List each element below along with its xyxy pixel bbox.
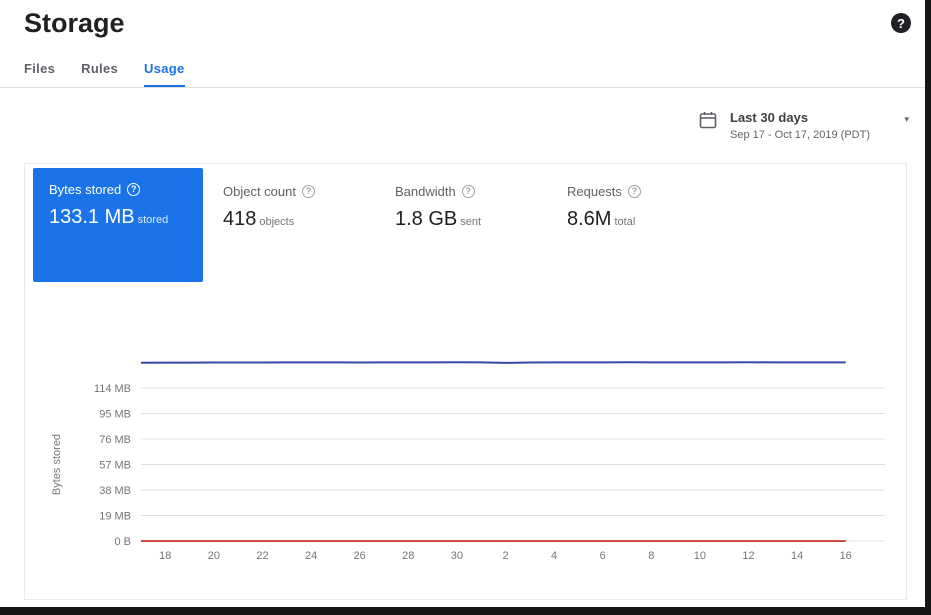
metric-title: Object count ? [223,184,375,199]
tab-bar: Files Rules Usage [24,62,185,88]
storage-page: Storage ? Files Rules Usage Last 30 days… [0,0,931,615]
metric-title: Requests ? [567,184,719,199]
y-tick-label: 19 MB [99,511,131,523]
page-title: Storage [24,8,125,39]
tab-rules[interactable]: Rules [81,62,118,88]
y-tick-label: 76 MB [99,434,131,446]
x-tick-label: 8 [648,550,654,562]
x-tick-label: 14 [791,550,803,562]
x-tick-label: 30 [451,550,463,562]
help-icon: ? [897,17,905,30]
help-icon: ? [462,185,475,198]
metric-card-bandwidth[interactable]: Bandwidth ? 1.8 GBsent [375,168,547,247]
metric-value: 1.8 GBsent [395,208,547,231]
metric-value: 8.6Mtotal [567,208,719,231]
metric-card-bytes-stored[interactable]: Bytes stored ? 133.1 MBstored [33,168,203,282]
metric-unit: sent [460,216,481,228]
date-range-dates: Sep 17 - Oct 17, 2019 (PDT) [730,129,870,141]
date-range-text: Last 30 days Sep 17 - Oct 17, 2019 (PDT) [730,110,870,141]
x-tick-label: 12 [742,550,754,562]
help-icon: ? [127,183,140,196]
help-icon: ? [628,185,641,198]
tab-usage[interactable]: Usage [144,62,185,88]
x-tick-label: 24 [305,550,317,562]
metrics-row: Bytes stored ? 133.1 MBstored Object cou… [25,164,906,282]
x-tick-label: 26 [354,550,366,562]
y-tick-label: 0 B [114,536,131,548]
x-tick-label: 22 [256,550,268,562]
metric-unit: total [614,216,635,228]
x-tick-label: 4 [551,550,557,562]
tab-files[interactable]: Files [24,62,55,88]
chevron-down-icon: ▾ [904,114,909,125]
metric-card-object-count[interactable]: Object count ? 418objects [203,168,375,247]
metric-title: Bytes stored ? [49,182,203,197]
help-button[interactable]: ? [891,13,911,33]
x-tick-label: 28 [402,550,414,562]
y-tick-label: 57 MB [99,460,131,472]
bytes-stored-line [141,362,846,363]
usage-chart: 114 MB95 MB76 MB57 MB38 MB19 MB0 B182022… [25,333,906,593]
date-range-selector[interactable]: Last 30 days Sep 17 - Oct 17, 2019 (PDT)… [699,110,909,141]
calendar-icon [699,111,717,134]
help-icon: ? [302,185,315,198]
x-tick-label: 20 [208,550,220,562]
y-tick-label: 114 MB [94,383,131,395]
metric-value: 418objects [223,208,375,231]
y-tick-label: 95 MB [99,409,131,421]
y-axis-title: Bytes stored [51,434,63,495]
metric-unit: objects [259,216,294,228]
tab-divider [0,87,925,88]
date-range-label: Last 30 days [730,110,870,126]
x-tick-label: 18 [159,550,171,562]
usage-panel: Bytes stored ? 133.1 MBstored Object cou… [24,163,907,600]
metric-unit: stored [138,214,169,226]
page-header: Storage ? [24,8,911,39]
metric-title: Bandwidth ? [395,184,547,199]
x-tick-label: 2 [502,550,508,562]
x-tick-label: 10 [694,550,706,562]
metric-value: 133.1 MBstored [49,206,203,229]
metric-card-requests[interactable]: Requests ? 8.6Mtotal [547,168,719,247]
y-tick-label: 38 MB [99,485,131,497]
x-tick-label: 16 [840,550,852,562]
x-tick-label: 6 [600,550,606,562]
